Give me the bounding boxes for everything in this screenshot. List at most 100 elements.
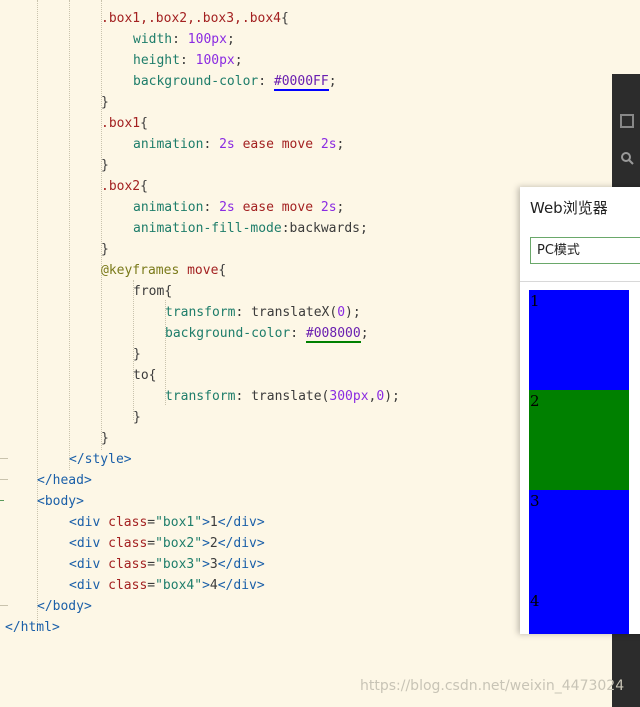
code-token: ; <box>234 53 243 68</box>
code-token: </div> <box>217 578 265 593</box>
code-line[interactable]: } <box>133 344 141 365</box>
box-label: 4 <box>530 592 540 610</box>
code-line[interactable]: } <box>101 428 109 449</box>
code-token: head <box>52 473 84 488</box>
code-line[interactable]: from{ <box>133 281 172 302</box>
code-token: 100px <box>187 32 227 47</box>
preview-box-3: 3 <box>529 490 629 590</box>
code-token: body <box>52 599 84 614</box>
code-line[interactable]: } <box>101 155 109 176</box>
code-line[interactable]: <body> <box>37 491 84 512</box>
code-token: { <box>140 179 148 194</box>
code-token: ); <box>384 389 400 404</box>
code-token: transform <box>165 305 236 320</box>
code-line[interactable]: background-color: #008000; <box>165 323 369 344</box>
code-token: style <box>84 452 124 467</box>
code-line[interactable]: @keyframes move{ <box>101 260 226 281</box>
search-icon[interactable] <box>620 150 634 165</box>
code-token: > <box>202 578 210 593</box>
code-line[interactable]: transform: translate(300px,0); <box>165 386 400 407</box>
change-marker <box>0 500 4 501</box>
code-token: > <box>51 620 60 635</box>
code-line[interactable]: animation: 2s ease move 2s; <box>133 197 344 218</box>
code-line[interactable]: animation-fill-mode:backwards; <box>133 218 368 239</box>
code-token: ; <box>336 137 345 152</box>
code-line[interactable]: to{ <box>133 365 156 386</box>
code-token: ease <box>242 200 274 215</box>
code-token: </ <box>69 452 85 467</box>
code-token: > <box>202 557 210 572</box>
code-token: ); <box>345 305 361 320</box>
code-token: class <box>108 536 148 551</box>
box-label: 3 <box>530 492 540 510</box>
code-token: body <box>44 494 77 509</box>
code-token: 4 <box>209 578 218 593</box>
code-token: 2s <box>320 137 337 152</box>
mode-select[interactable]: PC模式 <box>530 237 640 264</box>
code-token: = <box>147 536 156 551</box>
code-line[interactable]: width: 100px; <box>133 29 235 50</box>
code-line[interactable]: height: 100px; <box>133 50 243 71</box>
code-line[interactable]: <div class="box4">4</div> <box>69 575 265 596</box>
code-token: "box1" <box>155 515 203 530</box>
code-token: </ <box>37 473 53 488</box>
code-line[interactable]: .box2{ <box>101 176 148 197</box>
code-token: </ <box>5 620 21 635</box>
code-token: from <box>133 284 165 299</box>
indent-guide <box>37 0 38 628</box>
code-token: { <box>218 263 227 278</box>
code-line[interactable]: background-color: #0000FF; <box>133 71 337 92</box>
code-line[interactable]: </body> <box>37 596 92 617</box>
code-token: to <box>133 368 149 383</box>
code-line[interactable]: } <box>101 92 109 113</box>
code-token: class <box>108 557 148 572</box>
code-token: = <box>147 557 156 572</box>
code-line[interactable]: <div class="box2">2</div> <box>69 533 265 554</box>
code-token: ease <box>242 137 274 152</box>
indent-guide <box>101 0 102 450</box>
code-token: html <box>20 620 52 635</box>
window-icon[interactable] <box>620 114 634 128</box>
code-line[interactable]: } <box>101 239 109 260</box>
code-token: 100px <box>195 53 235 68</box>
code-token: 2s <box>219 200 235 215</box>
code-token: < <box>37 494 45 509</box>
code-token: } <box>133 347 141 362</box>
code-token: : <box>203 137 220 152</box>
code-token: background-color <box>165 326 291 341</box>
code-token: = <box>147 578 156 593</box>
code-token: move <box>281 200 314 215</box>
code-token: <div <box>69 536 101 551</box>
code-token: > <box>202 536 210 551</box>
watermark: https://blog.csdn.net/weixin_4473024 <box>360 678 625 694</box>
code-line[interactable]: } <box>133 407 141 428</box>
code-token: : <box>235 305 252 320</box>
divider <box>520 281 640 282</box>
code-line[interactable]: .box1,.box2,.box3,.box4{ <box>101 8 289 29</box>
code-token: > <box>76 494 84 509</box>
code-line[interactable]: transform: translateX(0); <box>165 302 361 323</box>
code-token: .box2 <box>101 179 141 194</box>
code-line[interactable]: </style> <box>69 449 132 470</box>
code-token: } <box>101 158 109 173</box>
code-line[interactable]: .box1{ <box>101 113 148 134</box>
code-line[interactable]: <div class="box1">1</div> <box>69 512 265 533</box>
code-token: background-color <box>133 74 259 89</box>
code-token: : <box>179 53 196 68</box>
code-line[interactable]: animation: 2s ease move 2s; <box>133 134 344 155</box>
browser-title: Web浏览器 <box>530 199 608 217</box>
code-line[interactable]: </head> <box>37 470 92 491</box>
code-line[interactable]: </html> <box>5 617 60 638</box>
code-token: : <box>235 389 252 404</box>
code-token: .box1 <box>101 116 141 131</box>
code-line[interactable]: <div class="box3">3</div> <box>69 554 265 575</box>
code-token: ; <box>360 326 369 341</box>
code-token: class <box>108 578 148 593</box>
code-token: </div> <box>217 557 265 572</box>
code-token: move <box>187 263 219 278</box>
code-token: <div <box>69 515 101 530</box>
code-token: backwards <box>289 221 360 236</box>
